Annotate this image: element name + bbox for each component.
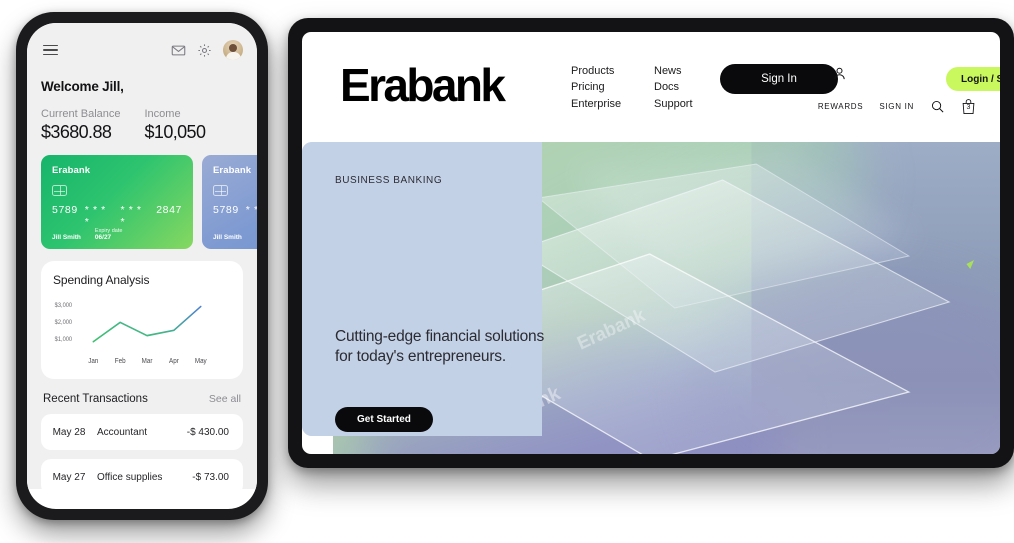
hero-panel-overlay-left: [302, 142, 542, 436]
balance-stats: Current Balance $3680.88 Income $10,050: [41, 108, 243, 143]
card-number-mask-1: * * * *: [84, 204, 106, 228]
table-row[interactable]: May 27 Office supplies -$ 73.00: [41, 459, 243, 495]
app-topbar: [41, 37, 243, 63]
card-footer: Jill Smith Expiry date 06/27: [52, 228, 182, 241]
login-signup-pill-button[interactable]: Login / Sign up: [946, 67, 1000, 91]
nav-link-pricing[interactable]: Pricing: [571, 79, 621, 95]
card-chip-icon: [213, 185, 228, 196]
nav-link-support[interactable]: Support: [654, 96, 693, 112]
screenshot-stage: Welcome Jill, Current Balance $3680.88 I…: [0, 0, 1014, 543]
see-all-link[interactable]: See all: [209, 393, 241, 405]
bank-card-secondary[interactable]: Erabank 5789 * * Jill Smith: [202, 155, 257, 249]
panel-title: Spending Analysis: [53, 273, 150, 287]
card-number: 5789 * * * * * * * * 2847: [52, 204, 182, 228]
nav-link-docs[interactable]: Docs: [654, 79, 693, 95]
shopping-bag-icon[interactable]: 3: [961, 98, 976, 115]
phone-screen: Welcome Jill, Current Balance $3680.88 I…: [27, 23, 257, 509]
site-logo[interactable]: Erabank: [340, 58, 506, 112]
x-tick-label: Mar: [142, 358, 153, 366]
x-tick-label: Apr: [169, 358, 179, 366]
card-brand: Erabank: [52, 165, 91, 176]
x-tick-label: Feb: [115, 358, 126, 366]
card-chip-icon: [52, 185, 67, 196]
search-icon[interactable]: [930, 98, 945, 115]
transactions-title: Recent Transactions: [43, 393, 148, 405]
avatar[interactable]: [223, 40, 243, 60]
y-tick-label: $3,000: [55, 302, 73, 310]
card-number-mask-2: * * * *: [120, 204, 142, 228]
primary-nav-column-1: Products Pricing Enterprise: [571, 63, 621, 112]
card-number-suffix: 2847: [156, 204, 182, 216]
spending-line-chart: $3,000 $2,000 $1,000 Jan Feb Mar Apr May: [53, 293, 231, 369]
card-holder: Jill Smith: [213, 234, 242, 241]
gear-icon[interactable]: [197, 43, 212, 58]
sign-in-button[interactable]: Sign In: [720, 64, 838, 94]
utility-link-sign-in[interactable]: SIGN IN: [879, 102, 914, 111]
spending-analysis-panel: Spending Analysis $3,000 $2,000 $1,000 J…: [41, 261, 243, 379]
transaction-description: Office supplies: [97, 471, 163, 483]
card-number-prefix: 5789: [52, 204, 78, 216]
y-tick-label: $1,000: [55, 336, 73, 344]
hero-headline: Cutting-edge financial solutions for tod…: [335, 328, 545, 365]
utility-nav: REWARDS SIGN IN 3: [818, 98, 976, 115]
bank-card-primary[interactable]: Erabank 5789 * * * * * * * * 2847 Jill S…: [41, 155, 193, 249]
stat-value: $3680.88: [41, 122, 112, 142]
x-tick-label: Jan: [88, 358, 98, 366]
nav-link-enterprise[interactable]: Enterprise: [571, 96, 621, 112]
phone-device: Welcome Jill, Current Balance $3680.88 I…: [16, 12, 268, 520]
transaction-description: Accountant: [97, 426, 148, 438]
site-header: Erabank Products Pricing Enterprise News…: [302, 32, 1000, 142]
card-footer: Jill Smith: [213, 234, 257, 241]
table-row[interactable]: May 28 Accountant -$ 430.00: [41, 414, 243, 450]
hero-eyebrow: BUSINESS BANKING: [335, 175, 443, 186]
transaction-date: May 27: [52, 471, 86, 483]
card-number: 5789 * *: [213, 204, 257, 216]
transactions-header: Recent Transactions See all: [41, 393, 243, 405]
transaction-amount: -$ 73.00: [192, 471, 229, 483]
card-expiry: Expiry date 06/27: [95, 228, 123, 241]
stat-income: Income $10,050: [145, 108, 206, 143]
stat-label: Income: [144, 108, 181, 120]
primary-nav-column-2: News Docs Support: [654, 63, 693, 112]
nav-link-news[interactable]: News: [654, 63, 693, 79]
card-number-prefix: 5789: [213, 204, 239, 216]
person-icon[interactable]: [832, 66, 847, 81]
card-brand: Erabank: [213, 165, 252, 176]
app-top-icons: [171, 40, 243, 60]
bank-cards-carousel[interactable]: Erabank 5789 * * * * * * * * 2847 Jill S…: [41, 155, 257, 249]
chart-line-series: [92, 305, 202, 343]
laptop-device: Erabank Products Pricing Enterprise News…: [288, 18, 1014, 468]
bag-count-badge: 3: [966, 104, 971, 111]
banking-app: Welcome Jill, Current Balance $3680.88 I…: [27, 23, 257, 495]
nav-link-products[interactable]: Products: [571, 63, 621, 79]
card-expiry-label: Expiry date: [94, 228, 123, 234]
mail-icon[interactable]: [171, 43, 186, 58]
get-started-button[interactable]: Get Started: [335, 407, 433, 432]
transaction-amount: -$ 430.00: [186, 426, 229, 438]
stat-label: Current Balance: [41, 108, 121, 120]
welcome-greeting: Welcome Jill,: [41, 79, 124, 94]
card-holder: Jill Smith: [52, 234, 81, 241]
y-tick-label: $2,000: [55, 319, 73, 327]
transaction-date: May 28: [52, 426, 86, 438]
card-number-mask-1: * *: [245, 204, 257, 216]
hamburger-icon[interactable]: [41, 43, 60, 58]
browser-viewport: Erabank Products Pricing Enterprise News…: [302, 32, 1000, 454]
x-tick-label: May: [195, 358, 207, 366]
utility-link-rewards[interactable]: REWARDS: [818, 102, 864, 111]
hero-section: Erabank Erabank BUSINESS BAN: [302, 142, 1000, 454]
stat-current-balance: Current Balance $3680.88: [41, 108, 121, 143]
card-expiry-value: 06/27: [94, 234, 112, 241]
chart-svg: $3,000 $2,000 $1,000 Jan Feb Mar Apr May: [55, 302, 208, 366]
stat-value: $10,050: [144, 122, 206, 142]
